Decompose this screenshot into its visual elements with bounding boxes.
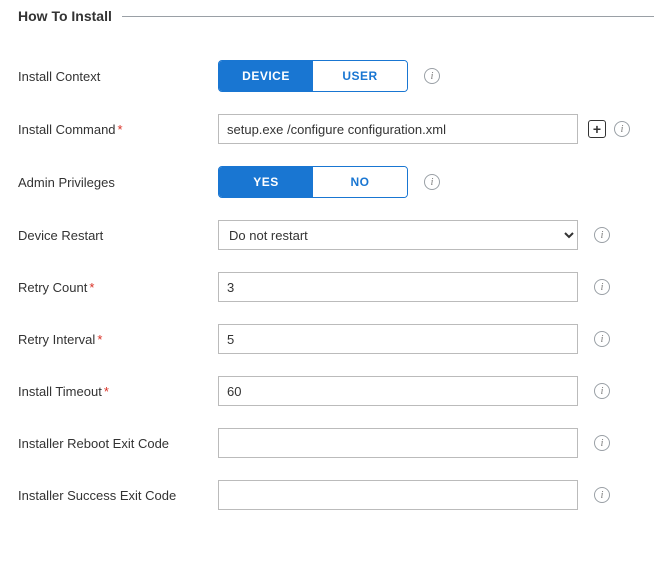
label-reboot-exit-code: Installer Reboot Exit Code xyxy=(18,436,218,451)
label-install-timeout: Install Timeout* xyxy=(18,384,218,399)
reboot-exit-code-input[interactable] xyxy=(218,428,578,458)
admin-privileges-yes-button[interactable]: YES xyxy=(219,167,313,197)
row-reboot-exit-code: Installer Reboot Exit Code i xyxy=(18,428,654,458)
required-marker: * xyxy=(97,332,102,347)
label-install-context: Install Context xyxy=(18,69,218,84)
info-icon[interactable]: i xyxy=(594,227,610,243)
label-text: Retry Interval xyxy=(18,332,95,347)
label-text: Install Command xyxy=(18,122,116,137)
admin-privileges-toggle: YES NO xyxy=(218,166,408,198)
retry-interval-input[interactable] xyxy=(218,324,578,354)
admin-privileges-no-button[interactable]: NO xyxy=(313,167,407,197)
info-icon[interactable]: i xyxy=(594,435,610,451)
row-admin-privileges: Admin Privileges YES NO i xyxy=(18,166,654,198)
install-timeout-input[interactable] xyxy=(218,376,578,406)
device-restart-select[interactable]: Do not restart xyxy=(218,220,578,250)
label-install-command: Install Command* xyxy=(18,122,218,137)
label-success-exit-code: Installer Success Exit Code xyxy=(18,488,218,503)
required-marker: * xyxy=(89,280,94,295)
row-install-context: Install Context DEVICE USER i xyxy=(18,60,654,92)
label-text: Admin Privileges xyxy=(18,175,115,190)
label-retry-count: Retry Count* xyxy=(18,280,218,295)
row-device-restart: Device Restart Do not restart i xyxy=(18,220,654,250)
info-icon[interactable]: i xyxy=(614,121,630,137)
row-retry-count: Retry Count* i xyxy=(18,272,654,302)
info-icon[interactable]: i xyxy=(594,279,610,295)
success-exit-code-input[interactable] xyxy=(218,480,578,510)
label-text: Retry Count xyxy=(18,280,87,295)
divider xyxy=(122,16,654,17)
info-icon[interactable]: i xyxy=(594,487,610,503)
info-icon[interactable]: i xyxy=(594,331,610,347)
info-icon[interactable]: i xyxy=(594,383,610,399)
install-command-input[interactable] xyxy=(218,114,578,144)
info-icon[interactable]: i xyxy=(424,68,440,84)
required-marker: * xyxy=(118,122,123,137)
section-title: How To Install xyxy=(18,8,122,24)
label-text: Device Restart xyxy=(18,228,103,243)
row-success-exit-code: Installer Success Exit Code i xyxy=(18,480,654,510)
add-command-button[interactable]: + xyxy=(588,120,606,138)
label-text: Installer Success Exit Code xyxy=(18,488,176,503)
label-text: Install Timeout xyxy=(18,384,102,399)
label-admin-privileges: Admin Privileges xyxy=(18,175,218,190)
row-install-timeout: Install Timeout* i xyxy=(18,376,654,406)
section-header: How To Install xyxy=(18,8,654,24)
info-icon[interactable]: i xyxy=(424,174,440,190)
row-retry-interval: Retry Interval* i xyxy=(18,324,654,354)
install-context-user-button[interactable]: USER xyxy=(313,61,407,91)
label-device-restart: Device Restart xyxy=(18,228,218,243)
install-context-toggle: DEVICE USER xyxy=(218,60,408,92)
install-context-device-button[interactable]: DEVICE xyxy=(219,61,313,91)
required-marker: * xyxy=(104,384,109,399)
label-text: Installer Reboot Exit Code xyxy=(18,436,169,451)
label-retry-interval: Retry Interval* xyxy=(18,332,218,347)
row-install-command: Install Command* + i xyxy=(18,114,654,144)
label-text: Install Context xyxy=(18,69,100,84)
retry-count-input[interactable] xyxy=(218,272,578,302)
